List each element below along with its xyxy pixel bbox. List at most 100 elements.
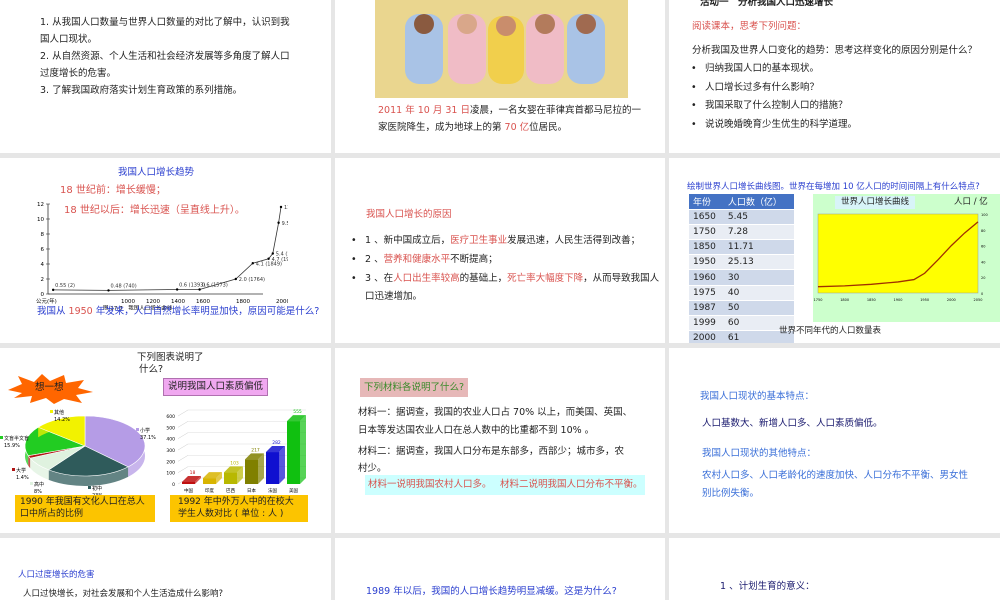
slide-subtitle: 阅读课本，思考下列问题： [692,21,807,32]
slide-5-reasons[interactable]: 我国人口增长的原因 1 、新中国成立后，医疗卫生事业发展迅速，人民生活得到改善；… [335,158,665,343]
data-label: 2.0 (1764) [239,277,265,283]
slice-label: 文盲半文盲 [4,435,29,442]
slide-7-quality[interactable]: 下列图表说明了 什么? 想一想 说明我国人口素质偏低 小学37.1%初中23%高… [0,348,331,533]
table-cell: 40 [723,285,794,301]
world-chart-panel: 世界人口增长曲线 人口 / 亿 0 20 40 60 80 100 1750 1800 1850… [813,194,1000,322]
y-tick-label: 40 [981,260,985,264]
material-1-cont: 日本等发达国农业人口在总人数中的比重都不到 10% 。 [358,425,595,436]
data-point [175,288,179,291]
data-point [279,205,283,209]
slide-title: 活动一 分析我国人口迅速增长 [700,0,834,8]
question: 人口过快增长，对社会发展和个人生活造成什么影响? [23,589,224,599]
y-tick-label: 8 [41,232,45,238]
baby-blue [405,14,443,84]
y-tick-label: 0 [41,292,45,298]
bar-value-label: 103 [230,460,239,466]
slide-12-family-planning[interactable]: 1 、计划生育的意义： [669,538,1000,600]
grid-diag [177,421,189,428]
slice-value: 37.1% [140,435,156,441]
grid-diag [177,432,189,439]
y-tick-label: 300 [166,448,175,454]
table-cell: 2000 [689,330,724,343]
objective-line: 3. 了解我国政府落实计划生育政策的系列措施。 [40,85,243,96]
world-population-chart: 0 20 40 60 80 100 1750 1800 1850 1900 1950 2000 2050 [814,213,988,302]
chart-title: 世界人口增长曲线 [835,196,916,209]
bar-value-label: 18 [190,470,196,476]
question-line-1: 下列图表说明了 [137,352,204,363]
y-tick-label: 100 [981,213,988,217]
y-tick-label: 2 [41,277,45,283]
objective-line: 1. 从我国人口数量与世界人口数量的对比了解中，认识到我 [40,17,290,28]
table-row: 1850 11.71 [689,239,794,256]
slice-label: 小学 [140,427,150,434]
slide-4-china-trend[interactable]: 我国人口增长趋势 18 世纪前：增长缓慢； 18 世纪以后：增长迅速（呈直线上升… [0,158,331,343]
data-point [271,252,274,255]
slide-8-materials[interactable]: 下列材料各说明了什么? 材料一：据调查，我国的农业人口占 70% 以上，而美国、… [335,348,665,533]
bar [182,481,195,484]
slide-3-activity[interactable]: 活动一 分析我国人口迅速增长 阅读课本，思考下列问题： 分析我国及世界人口变化的… [669,0,1000,153]
burst-label: 想一想 [35,382,64,393]
table-cell: 1987 [689,300,724,317]
data-label: 0.48 (740) [111,283,137,289]
bar-label: 1992 年中外万人中的在校大学生人数对比 ( 单位 : 人 ) [170,495,308,522]
table-cell: 1975 [689,285,724,301]
slide-1-objectives[interactable]: 1. 从我国人口数量与世界人口数量的对比了解中，认识到我 国人口现状。 2. 从… [0,0,331,153]
heading: 1 、计划生育的意义： [720,581,815,592]
heading-basic: 我国人口现状的基本特点： [700,391,815,402]
y-tick-label: 500 [166,425,175,431]
objective-line: 2. 从自然资源、个人生活和社会经济发展等多角度了解人口 [40,51,290,62]
table-row: 1987 50 [689,300,794,317]
other-features: 农村人口多、人口老龄化的速度加快、人口分布不平衡、男女性 [702,470,969,481]
bullet: 归纳我国人口的基本现状。 [691,60,819,77]
table-cell: 1960 [689,269,724,286]
slide-9-features[interactable]: 我国人口现状的基本特点： 人口基数大、新增人口多、人口素质偏低。 我国人口现状的… [669,348,1000,533]
bullet: 人口增长过多有什么影响？ [691,79,819,96]
material-2: 材料二：据调查，我国人口分布是东部多，西部少；城市多，农 [358,446,625,457]
x-tick-label: 1900 [894,298,903,302]
baby-pink [448,14,486,84]
university-bar-chart: 0 100 200 300 400 500 600 18 中国 印度 103 巴西 217 日本 282 法国… [166,409,306,494]
y-tick-label: 0 [981,292,983,296]
plot-area [817,213,979,294]
baby-pink [526,14,564,84]
slide-title: 我国人口增长的原因 [366,209,452,220]
y-tick-label: 60 [981,245,985,249]
baby-blue [567,14,605,84]
grid-diag [177,409,189,417]
y-tick-label: 20 [981,276,985,280]
data-label: 9.5 (1978) [282,221,288,227]
table-cell: 1650 [689,209,724,225]
bar [245,459,258,484]
bullet: 我国采取了什么控制人口的措施？ [691,97,847,114]
data-point [267,257,270,260]
bar-value-label: 555 [293,409,302,415]
data-label: 11.6 (1990) [284,205,288,211]
y-tick-label: 12 [37,202,44,208]
legend-swatch [30,482,33,485]
slide-10-harm[interactable]: 人口过度增长的危害 人口过快增长，对社会发展和个人生活造成什么影响? [0,538,331,600]
legend-swatch [136,428,139,431]
reason-2: 2 、营养和健康水平不断提高； [351,251,498,268]
question: 分析我国及世界人口变化的趋势：思考这样变化的原因分别是什么？ [692,45,978,56]
data-label: 4.7 (1928) [272,257,288,263]
slide-6-world-growth[interactable]: 绘制世界人口增长曲线图。世界在每增加 10 亿人口的时间间隔上有什么特点? 年份… [669,158,1000,343]
table-cell: 5.45 [723,209,794,225]
slice-value: 15.9% [4,443,20,449]
x-tick-label: 1750 [814,298,823,302]
slide-2-babies[interactable]: 2011 年 10 月 31 日凌晨，一名女婴在菲律宾首都马尼拉的一 家医院降生… [335,0,665,153]
legend-swatch [88,486,91,489]
slide-title: 下列材料各说明了什么? [360,378,469,397]
answer-box: 材料一说明我国农村人口多。 材料二说明我国人口分布不平衡。 [365,475,645,495]
y-tick-label: 6 [41,247,45,253]
table-row: 1960 30 [689,269,794,286]
slide-11-slowdown[interactable]: 1989 年以后，我国的人口增长趋势明显减缓。这是为什么? [335,538,665,600]
reason-3-cont: 口迅速增加。 [365,291,423,302]
table-cell: 11.71 [723,239,794,256]
data-point [251,262,254,265]
data-point [198,288,201,291]
table-cell: 1950 [689,254,724,271]
data-label: 5.4 (1949) [276,252,288,258]
reason-1: 1 、新中国成立后，医疗卫生事业发展迅速，人民生活得到改善； [351,232,640,249]
legend-swatch [0,436,3,439]
slice-label: 初中 [92,485,102,492]
